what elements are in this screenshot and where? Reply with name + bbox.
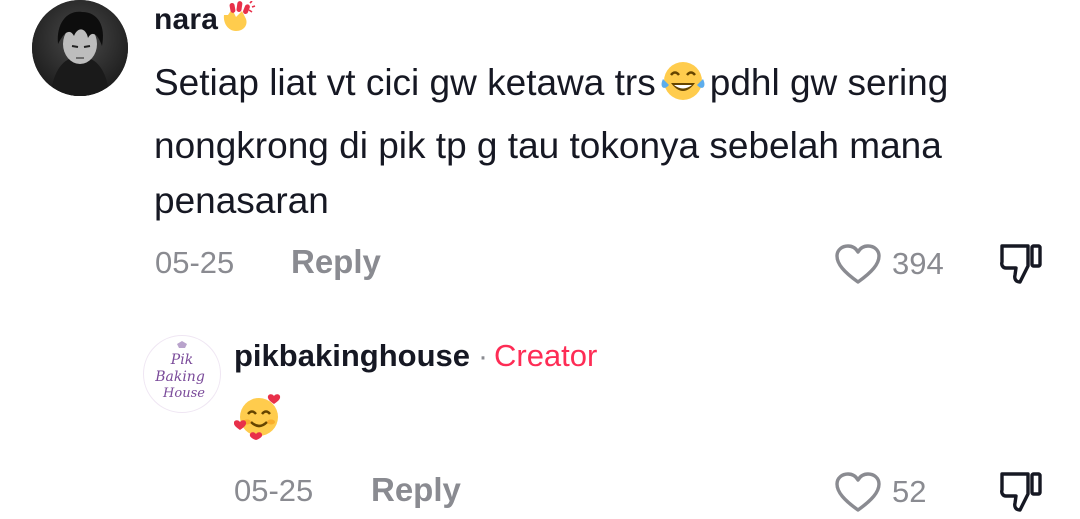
svg-text:House: House <box>162 386 205 401</box>
svg-text:Baking: Baking <box>154 369 205 385</box>
username-text: nara <box>154 3 219 36</box>
reply-date: 05-25 <box>234 473 314 508</box>
reply-username[interactable]: pikbakinghouse <box>234 338 470 373</box>
avatar[interactable] <box>32 0 128 96</box>
creator-badge: Creator <box>493 338 598 373</box>
comment-item: nara Setiap liat vt cici gw ketawa trs p… <box>0 0 1080 300</box>
thumbs-down-outline-icon <box>1000 244 1042 284</box>
nail-polish-emoji <box>220 0 256 41</box>
like-count: 394 <box>892 246 944 281</box>
like-count: 52 <box>892 474 927 509</box>
comment-text: Setiap liat vt cici gw ketawa trs pdhl g… <box>154 55 1014 228</box>
dislike-button[interactable] <box>998 470 1046 514</box>
comment-username[interactable]: nara <box>154 0 256 41</box>
thumbs-down-outline-icon <box>1000 472 1042 512</box>
reply-header: pikbakinghouse · Creator <box>234 338 597 374</box>
reply-button[interactable]: Reply <box>371 471 461 509</box>
reply-meta: 05-25 Reply 52 <box>0 470 1080 514</box>
reply-button[interactable]: Reply <box>291 243 381 281</box>
like-button[interactable]: 52 <box>834 470 944 514</box>
heart-outline-icon <box>835 244 881 284</box>
comment-date: 05-25 <box>155 245 235 280</box>
separator-dot: · <box>477 340 488 373</box>
creator-avatar[interactable]: Pik Baking House <box>143 335 221 413</box>
avatar-image <box>32 0 128 96</box>
svg-text:Pik: Pik <box>170 352 193 368</box>
smiling-face-with-hearts-emoji <box>233 392 284 445</box>
like-button[interactable]: 394 <box>834 242 964 286</box>
pik-baking-house-logo: Pik Baking House <box>154 341 205 401</box>
face-with-tears-of-joy-emoji <box>660 59 706 118</box>
dislike-button[interactable] <box>998 242 1046 286</box>
comment-meta: 05-25 Reply 394 <box>0 242 1080 286</box>
heart-outline-icon <box>835 472 881 512</box>
reply-item: Pik Baking House pikbakinghouse · Creator … <box>0 320 1080 515</box>
